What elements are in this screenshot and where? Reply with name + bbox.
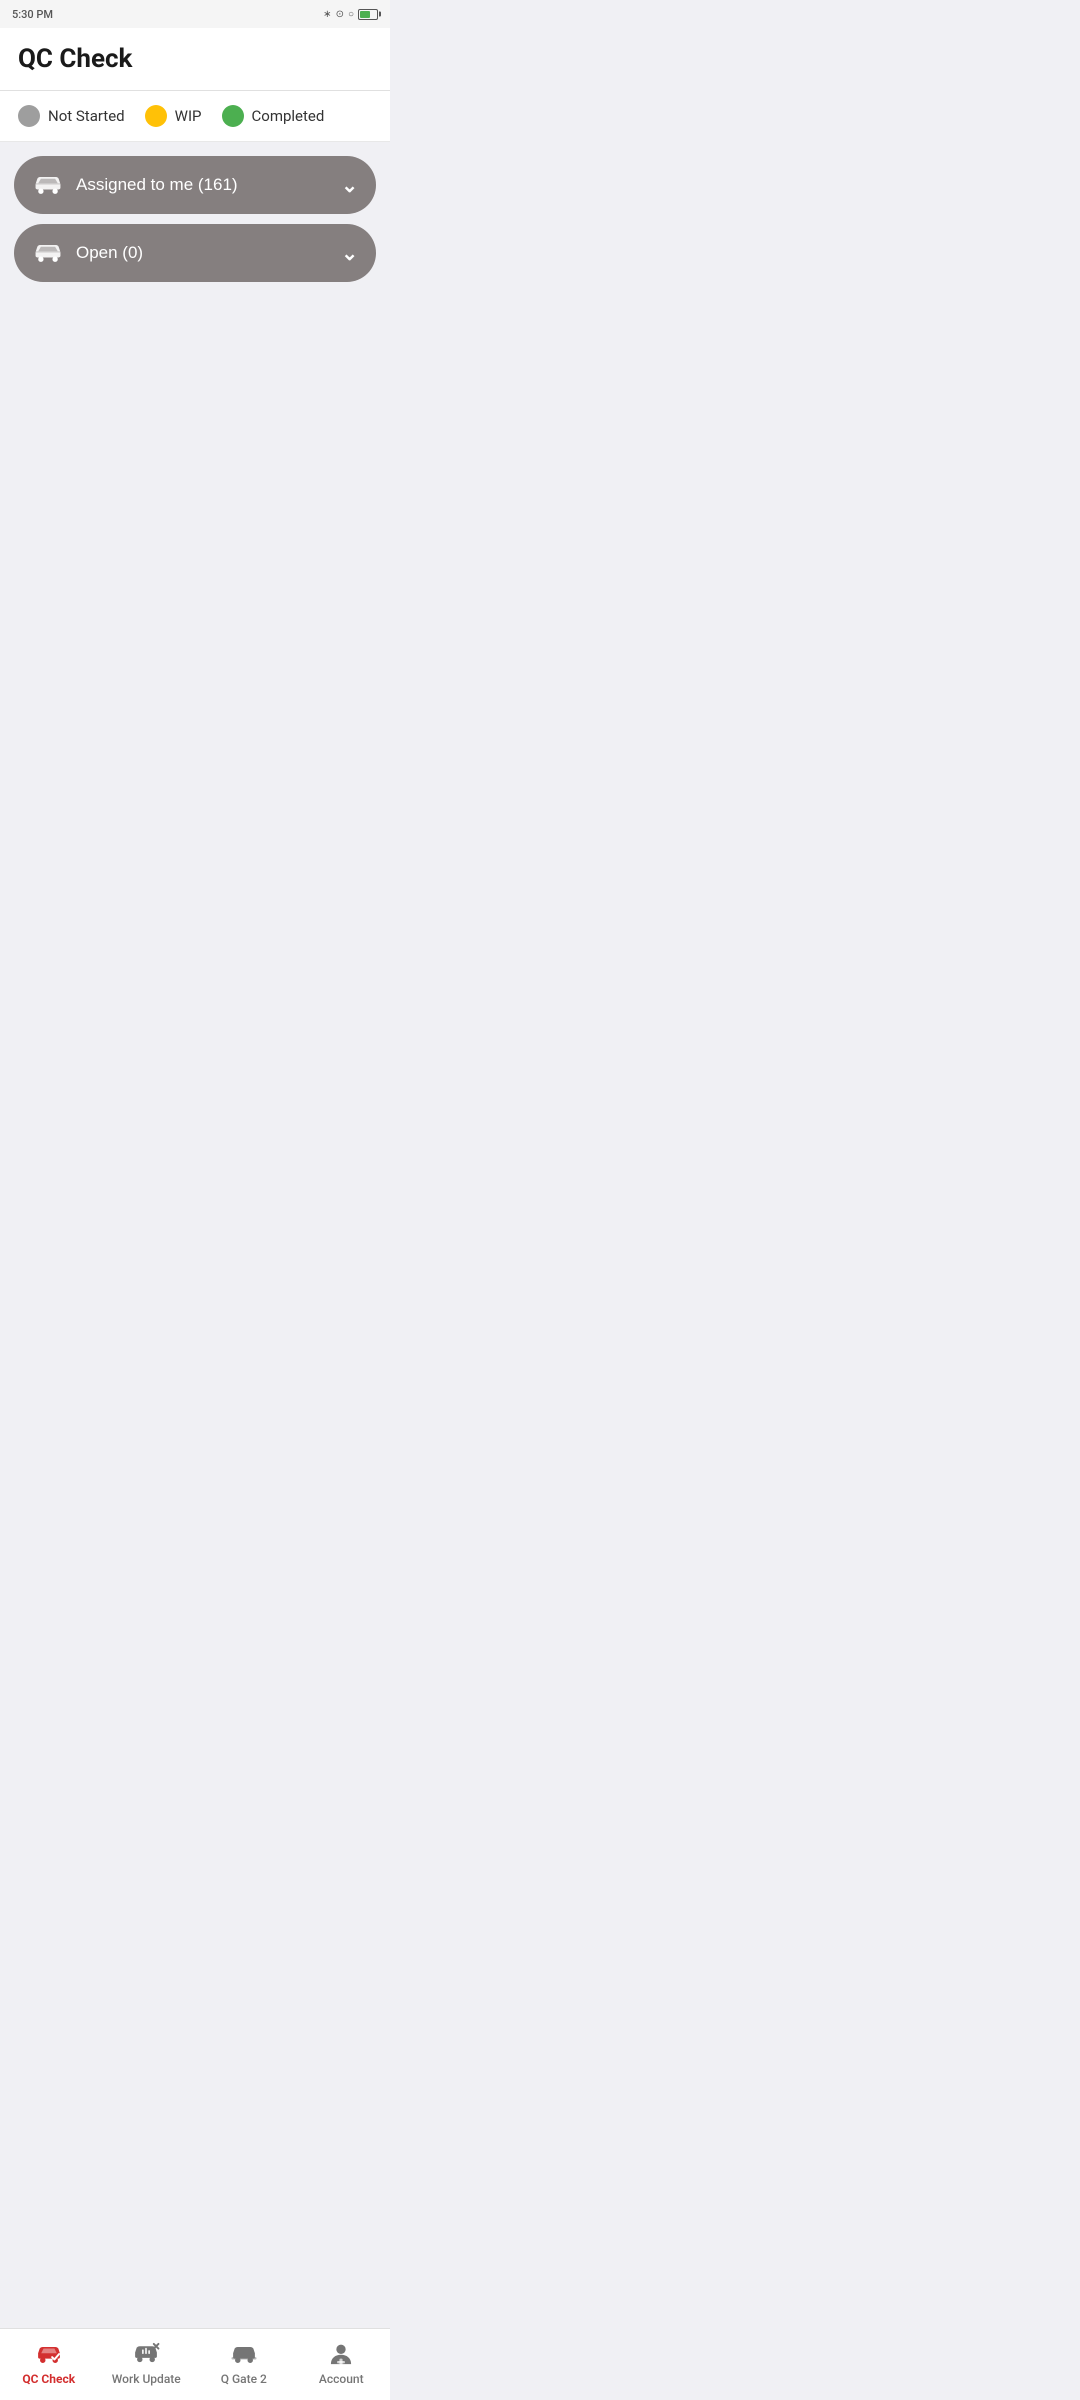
- qc-check-icon: [35, 2340, 63, 2368]
- bottom-navigation: QC Check Work Update Q Gate 2: [0, 2328, 390, 2400]
- wip-label: WIP: [175, 107, 202, 125]
- qc-check-nav-label: QC Check: [22, 2372, 75, 2386]
- status-legend: Not Started WIP Completed: [0, 91, 390, 142]
- account-nav-label: Account: [319, 2372, 364, 2386]
- page-title: QC Check: [18, 44, 372, 74]
- status-icons: ∗ ⊙ ○: [323, 9, 378, 20]
- wip-dot: [145, 105, 167, 127]
- q-gate-2-nav-label: Q Gate 2: [221, 2372, 267, 2386]
- open-accordion[interactable]: Open (0) ⌄: [14, 224, 376, 282]
- status-time: 5:30 PM: [12, 8, 53, 21]
- signal-icon: ○: [348, 9, 354, 20]
- completed-dot: [222, 105, 244, 127]
- car-icon-assigned: [32, 173, 64, 197]
- legend-completed: Completed: [222, 105, 325, 127]
- work-update-icon: [132, 2340, 160, 2368]
- status-bar: 5:30 PM ∗ ⊙ ○: [0, 0, 390, 28]
- q-gate-2-icon: [230, 2340, 258, 2368]
- assigned-to-me-label: Assigned to me (161): [76, 175, 238, 195]
- assigned-to-me-accordion[interactable]: Assigned to me (161) ⌄: [14, 156, 376, 214]
- nav-item-q-gate-2[interactable]: Q Gate 2: [209, 2340, 279, 2386]
- battery-icon: [358, 9, 378, 20]
- page-header: QC Check: [0, 28, 390, 91]
- completed-label: Completed: [252, 107, 325, 125]
- work-update-nav-label: Work Update: [112, 2372, 181, 2386]
- car-icon-open: [32, 241, 64, 265]
- nav-item-work-update[interactable]: Work Update: [111, 2340, 181, 2386]
- not-started-dot: [18, 105, 40, 127]
- nav-item-account[interactable]: Account: [306, 2340, 376, 2386]
- open-chevron-icon: ⌄: [341, 241, 358, 266]
- account-icon: [327, 2340, 355, 2368]
- legend-not-started: Not Started: [18, 105, 125, 127]
- assigned-chevron-icon: ⌄: [341, 173, 358, 198]
- nav-item-qc-check[interactable]: QC Check: [14, 2340, 84, 2386]
- main-content: Assigned to me (161) ⌄ Open (0) ⌄: [0, 142, 390, 296]
- legend-wip: WIP: [145, 105, 202, 127]
- open-label: Open (0): [76, 243, 143, 263]
- bluetooth-icon: ∗: [323, 9, 331, 20]
- wifi-icon: ⊙: [336, 9, 344, 20]
- not-started-label: Not Started: [48, 107, 125, 125]
